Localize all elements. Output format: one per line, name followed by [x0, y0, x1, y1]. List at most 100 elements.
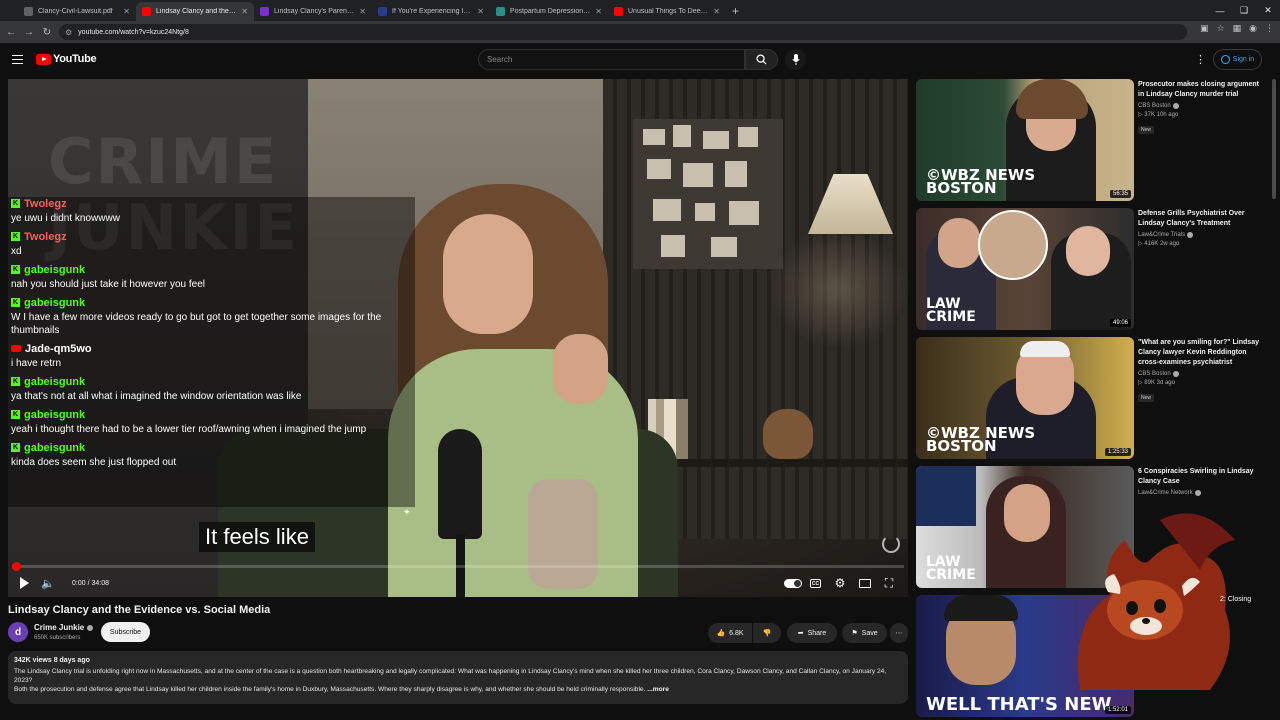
extensions-icon[interactable]: ▦ — [1233, 23, 1242, 34]
voice-search-button[interactable] — [785, 49, 806, 70]
browser-tab[interactable]: Lindsay Clancy and the Evidence ✕ — [136, 2, 254, 21]
fullscreen-icon[interactable]: ⛶ — [883, 575, 895, 591]
kick-badge-icon: K — [11, 377, 20, 386]
recommended-video[interactable]: ©WBZ NEWS BOSTON 56:35 Prosecutor makes clo… — [916, 79, 1268, 201]
youtube-logo[interactable]: YouTube — [36, 53, 97, 65]
search-button[interactable] — [745, 49, 778, 70]
chat-username: Kgabeisgunk — [11, 263, 415, 276]
autoplay-toggle[interactable] — [784, 579, 802, 588]
menu-icon[interactable] — [12, 55, 23, 64]
browser-menu-icon[interactable]: ⋮ — [1265, 23, 1274, 34]
tab-close-icon[interactable]: ✕ — [359, 7, 366, 16]
tab-close-icon[interactable]: ✕ — [241, 7, 248, 16]
browser-tab-strip: Clancy-Civil-Lawsuit.pdf ✕ Lindsay Clancy … — [0, 0, 1280, 21]
install-icon[interactable]: ▣ — [1200, 23, 1209, 34]
tab-favicon-icon — [496, 7, 505, 16]
recommended-channel-text: Law&Crime Network — [1138, 490, 1193, 496]
vase — [763, 409, 813, 459]
chat-username-text: Twolegz — [24, 197, 67, 210]
new-tab-icon[interactable]: + — [726, 4, 747, 21]
browser-tab[interactable]: If You're Experiencing Intrusive ✕ — [372, 2, 490, 21]
recommended-video[interactable]: LAW CRIME 49:06 Defense Grills Psychiatrist… — [916, 208, 1268, 330]
video-thumbnail[interactable]: ©WBZ NEWS BOSTON 56:35 — [916, 79, 1134, 201]
show-more-link[interactable]: ...more — [647, 686, 669, 693]
restore-icon[interactable]: ❑ — [1232, 0, 1256, 21]
thumbnail-brand-text: WELL THAT'S NEW — [926, 694, 1112, 715]
sign-in-button[interactable]: Sign in — [1213, 49, 1262, 70]
kick-badge-icon: K — [11, 199, 20, 208]
play-button[interactable] — [18, 575, 30, 591]
close-window-icon[interactable]: ✕ — [1256, 0, 1280, 21]
minimize-icon[interactable]: — — [1208, 0, 1232, 21]
tab-close-icon[interactable]: ✕ — [477, 7, 484, 16]
search-icon — [756, 54, 767, 65]
forward-icon[interactable]: → — [20, 27, 38, 38]
verified-icon — [1172, 371, 1179, 377]
settings-gear-icon[interactable]: ⚙ — [834, 575, 846, 591]
video-thumbnail[interactable]: ©WBZ NEWS BOSTON 1:25:33 — [916, 337, 1134, 459]
video-duration: 56:35 — [1109, 190, 1131, 198]
subscribe-button[interactable]: Subscribe — [101, 622, 150, 642]
url-field[interactable]: ⚙ youtube.com/watch?v=kzuc24Ntg/8 — [59, 24, 1187, 40]
pillow — [528, 479, 598, 589]
time-display: 0:00 / 34:08 — [72, 579, 109, 587]
video-duration: 1:25:33 — [1104, 448, 1131, 456]
subtitles-cc-icon[interactable]: CC — [810, 579, 821, 588]
verified-icon — [87, 624, 94, 631]
tab-close-icon[interactable]: ✕ — [123, 7, 130, 16]
reload-icon[interactable]: ↻ — [38, 27, 56, 38]
subscriber-count: 650K subscribers — [34, 635, 81, 641]
chat-text: i have retrn — [11, 358, 62, 369]
profile-icon[interactable]: ◉ — [1249, 23, 1257, 34]
recommended-video[interactable]: ©WBZ NEWS BOSTON 1:25:33 "What are you smil… — [916, 337, 1268, 459]
chat-overlay: K Twolegz ye uwu i didnt knowwww K Twolegz xd… — [8, 197, 415, 507]
recommended-video-meta: ▷ 37K 10h ago — [1138, 112, 1179, 118]
browser-tab[interactable]: Clancy-Civil-Lawsuit.pdf ✕ — [18, 2, 136, 21]
description-box[interactable]: 342K views 8 days ago The Lindsay Clancy… — [8, 651, 908, 704]
site-info-icon[interactable]: ⚙ — [65, 28, 72, 37]
volume-icon[interactable]: 🔈 — [41, 575, 55, 591]
page-scrollbar[interactable] — [1271, 79, 1277, 720]
tab-close-icon[interactable]: ✕ — [595, 7, 602, 16]
search-input[interactable]: Search — [478, 49, 745, 70]
scrubber-handle[interactable] — [12, 562, 21, 571]
thumbnail-brand-text: ©WBZ NEWS BOSTON — [926, 166, 1036, 197]
chat-username: K Twolegz — [11, 197, 415, 210]
theater-mode-icon[interactable] — [859, 579, 871, 588]
scrollbar-thumb[interactable] — [1272, 79, 1276, 199]
chat-username: Kgabeisgunk — [11, 375, 415, 388]
chat-username-text: gabeisgunk — [24, 375, 86, 388]
browser-tab[interactable]: Postpartum Depression (PPD) ✕ — [490, 2, 608, 21]
recommended-video-title: Defense Grills Psychiatrist Over Lindsay… — [1138, 210, 1245, 227]
chat-username-text: gabeisgunk — [24, 296, 86, 309]
chat-text: nah you should just take it however you … — [11, 279, 206, 290]
settings-menu-icon[interactable]: ⋮ — [1195, 53, 1206, 66]
recommended-video-meta: ▷ 416K 2w ago — [1138, 241, 1180, 247]
share-button[interactable]: ➦ Share — [787, 623, 837, 643]
like-button[interactable]: 👍 6.8K — [708, 623, 752, 643]
description-line-2: Both the prosecution and defense agree t… — [14, 685, 902, 694]
progress-bar[interactable] — [12, 562, 904, 571]
video-thumbnail[interactable]: LAW CRIME 49:06 — [916, 208, 1134, 330]
recommended-video-title: Prosecutor makes closing argument in Lin… — [1138, 81, 1259, 98]
more-actions-button[interactable]: ⋯ — [890, 623, 908, 643]
tab-list: Clancy-Civil-Lawsuit.pdf ✕ Lindsay Clancy … — [0, 2, 726, 21]
video-player[interactable]: CRIME JUNKIE K Twolegz ye uwu i didnt knoww… — [8, 79, 908, 597]
description-line-2-text: Both the prosecution and defense agree t… — [14, 686, 646, 693]
bookmark-star-icon[interactable]: ☆ — [1217, 23, 1225, 34]
chat-text: yeah i thought there had to be a lower t… — [11, 424, 367, 435]
tab-close-icon[interactable]: ✕ — [713, 7, 720, 16]
loading-spinner-icon — [882, 535, 900, 553]
save-button[interactable]: ⚑ Save — [842, 623, 887, 643]
recommended-channel-text: Law&Crime Trials — [1138, 232, 1186, 238]
dislike-button[interactable]: 👎 — [753, 623, 781, 643]
channel-name[interactable]: Crime Junkie — [34, 623, 94, 632]
microphone-icon — [791, 54, 800, 65]
browser-tab[interactable]: Unusual Things To Deep Fry - Y ✕ — [608, 2, 726, 21]
browser-tab[interactable]: Lindsay Clancy's Parents' $1 Mi ✕ — [254, 2, 372, 21]
tab-label: Clancy-Civil-Lawsuit.pdf — [38, 8, 113, 15]
thumbnail-brand-text: LAW CRIME — [926, 554, 976, 583]
back-icon[interactable]: ← — [2, 27, 20, 38]
new-badge: New — [1138, 394, 1155, 402]
channel-avatar[interactable]: d — [8, 622, 28, 642]
